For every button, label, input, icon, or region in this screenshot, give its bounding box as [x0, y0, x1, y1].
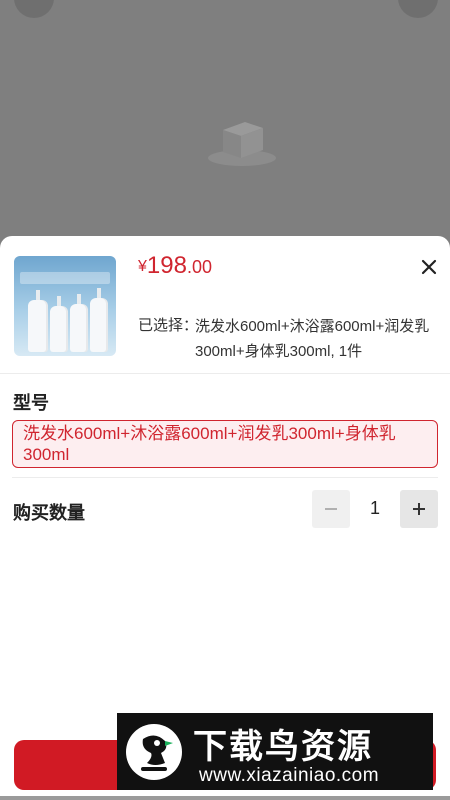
product-price: ¥198.00 — [138, 252, 212, 280]
minus-icon — [325, 508, 337, 510]
watermark-overlay: 下载鸟资源 www.xiazainiao.com — [117, 713, 433, 790]
share-button-background — [398, 0, 438, 18]
price-decimal: .00 — [186, 257, 212, 277]
bottle-graphic — [28, 300, 48, 352]
back-button-background — [14, 0, 54, 18]
watermark-url: www.xiazainiao.com — [199, 765, 380, 786]
quantity-value[interactable]: 1 — [350, 498, 400, 519]
spec-option-selected[interactable]: 洗发水600ml+沐浴露600ml+润发乳300ml+身体乳300ml — [12, 420, 438, 468]
thumbnail-banner — [20, 272, 110, 284]
selected-label: 已选择： — [138, 317, 199, 334]
bottle-graphic — [90, 298, 108, 352]
selected-value: 洗发水600ml+沐浴露600ml+润发乳300ml+身体乳300ml, 1件 — [195, 318, 430, 360]
price-currency: ¥ — [138, 258, 147, 275]
quantity-increase-button[interactable] — [400, 490, 438, 528]
spec-section-title: 型号 — [13, 393, 49, 413]
bottle-graphic — [50, 306, 68, 352]
plus-icon — [413, 503, 425, 515]
divider — [12, 477, 438, 478]
image-placeholder-icon — [208, 122, 276, 166]
bottom-edge — [0, 796, 450, 800]
bird-logo-icon — [126, 724, 182, 780]
divider — [0, 373, 450, 374]
watermark-title: 下载鸟资源 — [193, 728, 373, 766]
price-integer: 198 — [146, 252, 187, 279]
close-icon — [421, 259, 437, 275]
bottle-graphic — [70, 304, 88, 352]
quantity-title: 购买数量 — [13, 503, 85, 523]
close-button[interactable] — [416, 254, 442, 280]
product-thumbnail — [14, 256, 116, 356]
quantity-decrease-button[interactable] — [312, 490, 350, 528]
